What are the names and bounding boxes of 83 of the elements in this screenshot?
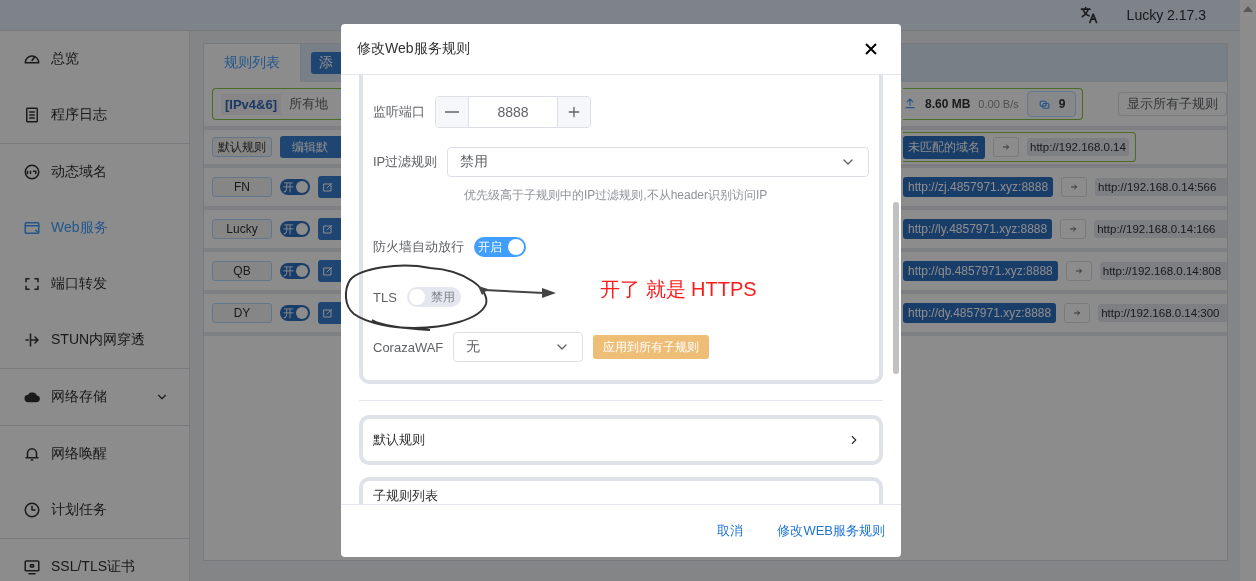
field-label: 防火墙自动放行: [373, 238, 464, 256]
sidebar-item[interactable]: 网络唤醒: [0, 426, 189, 482]
arrow-button[interactable]: [993, 137, 1019, 157]
sidebar-item[interactable]: STUN内网穿透: [0, 312, 189, 369]
close-icon[interactable]: [865, 43, 877, 55]
document-icon: [23, 106, 41, 124]
edit-button[interactable]: [318, 176, 341, 198]
clock-icon: [23, 501, 41, 519]
domain-tag: http://ly.4857971.xyz:8888: [903, 219, 1053, 239]
edit-icon: [322, 265, 334, 277]
exit-icon: [23, 331, 41, 349]
annotation-text: 开了 就是 HTTPS: [600, 277, 757, 302]
scrollbar-thumb[interactable]: [893, 202, 899, 374]
edit-icon: [322, 223, 334, 235]
arrow-button[interactable]: [1061, 177, 1088, 197]
collapse-section[interactable]: 默认规则: [359, 415, 883, 465]
domain-tag: http://zj.4857971.xyz:8888: [903, 177, 1054, 197]
target-tag: http://192.168.0.14:566: [1095, 178, 1227, 196]
scroll-up-icon[interactable]: [1243, 6, 1253, 12]
port-stepper[interactable]: 8888: [435, 96, 591, 128]
dialog-title: 修改Web服务规则: [357, 40, 470, 58]
plus-icon: [566, 104, 582, 120]
edit-icon: [322, 181, 334, 193]
hint-text: 优先级高于子规则中的IP过滤规则,不从header识别访问IP: [463, 187, 769, 204]
domain-tag: http://qb.4857971.xyz:8888: [903, 261, 1058, 281]
sidebar-item[interactable]: 网络存储: [0, 369, 189, 426]
target-tag: http://192.168.0.14:808: [1099, 262, 1227, 280]
edit-default-button[interactable]: 编辑默: [280, 136, 341, 158]
sidebar-item[interactable]: 总览: [0, 31, 189, 87]
port-input[interactable]: 8888: [468, 97, 558, 127]
ip-filter-select[interactable]: 禁用: [447, 147, 869, 177]
sidebar-item[interactable]: SSL/TLS证书: [0, 539, 189, 581]
browser-icon: [23, 219, 41, 237]
rule-name-button[interactable]: DY: [212, 303, 272, 323]
toggle-switch[interactable]: 禁用: [406, 287, 461, 307]
monitor-icon: [23, 558, 41, 576]
target-tag: http://192.168.0.14:300: [1098, 304, 1227, 322]
add-button[interactable]: 添: [311, 52, 341, 74]
arrow-icon: [1000, 141, 1012, 153]
edit-icon: [322, 307, 334, 319]
toggle-switch[interactable]: 开: [280, 263, 310, 279]
rule-name-button[interactable]: 默认规则: [212, 137, 272, 157]
edit-button[interactable]: [318, 260, 341, 282]
show-subrules-button[interactable]: 显示所有子规则: [1118, 92, 1227, 116]
edit-button[interactable]: [318, 218, 341, 240]
toggle-switch[interactable]: 开: [280, 305, 310, 321]
address-text: 所有地: [289, 95, 329, 113]
domain-tag: http://dy.4857971.xyz:8888: [903, 303, 1057, 323]
field-label: 监听端口: [373, 103, 425, 121]
field-label: IP过滤规则: [373, 153, 438, 171]
rule-name-button[interactable]: Lucky: [212, 219, 272, 239]
rule-name-button[interactable]: QB: [212, 261, 272, 281]
toggle-switch[interactable]: 开启: [474, 237, 526, 257]
toggle-switch[interactable]: 开: [280, 221, 310, 237]
sidebar-item[interactable]: 动态域名: [0, 144, 189, 200]
target-tag: http://192.168.0.14: [1027, 138, 1129, 156]
domain-tag: 未匹配的域名: [903, 135, 985, 159]
target-tag: http://192.168.0.14:166: [1094, 220, 1227, 238]
edit-button[interactable]: [318, 302, 341, 324]
rule-name-button[interactable]: FN: [212, 177, 272, 197]
field-label: CorazaWAF: [373, 339, 444, 355]
cancel-button[interactable]: 取消: [717, 522, 744, 540]
confirm-button[interactable]: 修改WEB服务规则: [777, 522, 885, 540]
bell-icon: [23, 445, 41, 463]
arrow-button[interactable]: [1065, 261, 1092, 281]
sidebar-item[interactable]: 程序日志: [0, 87, 189, 144]
arrow-button[interactable]: [1060, 219, 1087, 239]
upload-rate: 0.00 B/s: [978, 98, 1019, 110]
translate-icon: [1078, 5, 1099, 25]
sidebar-item[interactable]: 计划任务: [0, 482, 189, 539]
arrows-icon: [23, 275, 41, 293]
waf-select[interactable]: 无: [453, 332, 584, 362]
collapse-section[interactable]: 子规则列表: [359, 477, 883, 504]
upload-total: 8.60 MB: [925, 97, 971, 111]
sidebar-item[interactable]: 端口转发: [0, 256, 189, 312]
connections-count: 9: [1058, 97, 1066, 111]
field-label: TLS: [373, 289, 397, 305]
minus-icon: [445, 111, 459, 113]
version-label: Lucky 2.17.3: [1126, 7, 1206, 23]
address-type-tag: [IPv4&6]: [221, 93, 282, 115]
arrow-button[interactable]: [1064, 303, 1091, 323]
toggle-switch[interactable]: 开: [280, 179, 310, 195]
upload-icon: [903, 95, 917, 110]
